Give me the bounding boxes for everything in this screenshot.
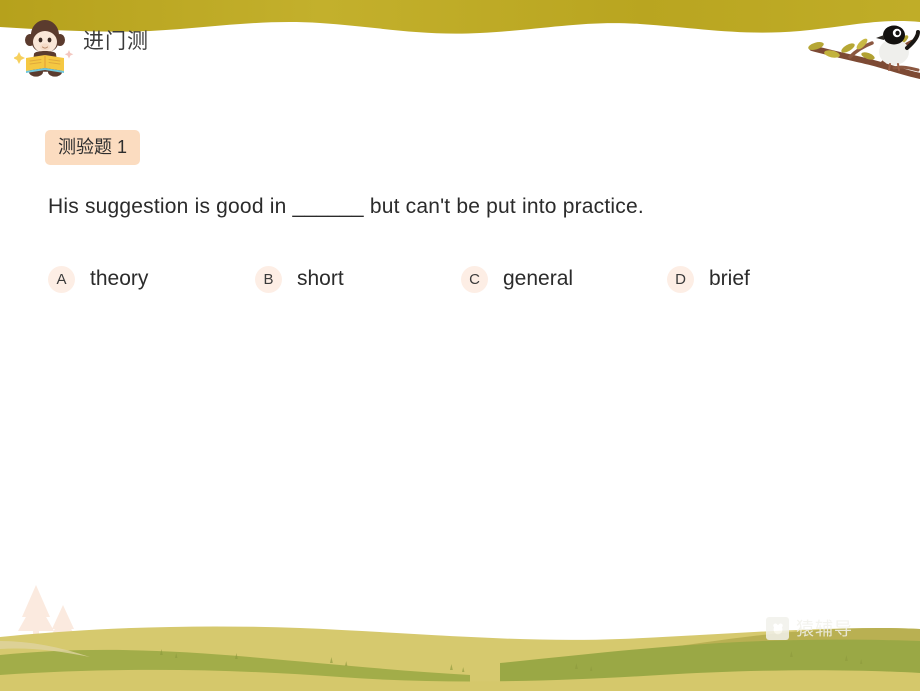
yuanfudao-logo-icon [766, 617, 789, 640]
option-d-letter: D [667, 265, 694, 293]
option-a-letter: A [48, 265, 75, 293]
option-a[interactable]: A theory [48, 262, 148, 296]
option-d-text: brief [709, 267, 750, 290]
slide-canvas: 进门测 测验题 1 His suggestion is good in ____… [0, 0, 920, 691]
answer-options: A theory B short C general D brief [48, 262, 848, 296]
option-d[interactable]: D brief [667, 262, 750, 296]
option-b-letter: B [255, 265, 282, 293]
option-c-text: general [503, 267, 574, 290]
question-number-badge: 测验题 1 [45, 130, 141, 165]
option-b-text: short [297, 267, 344, 290]
option-b[interactable]: B short [255, 262, 344, 296]
watermark-text: 猿辅导 [796, 618, 853, 639]
option-c[interactable]: C general [461, 262, 573, 296]
monkey-reading-book-icon [14, 18, 76, 80]
watermark: 猿辅导 [766, 617, 853, 640]
bird-on-branch-icon [790, 18, 920, 88]
question-stem: His suggestion is good in ______ but can… [48, 195, 644, 218]
page-title: 进门测 [83, 30, 149, 53]
option-a-text: theory [90, 267, 149, 290]
option-c-letter: C [461, 265, 488, 293]
